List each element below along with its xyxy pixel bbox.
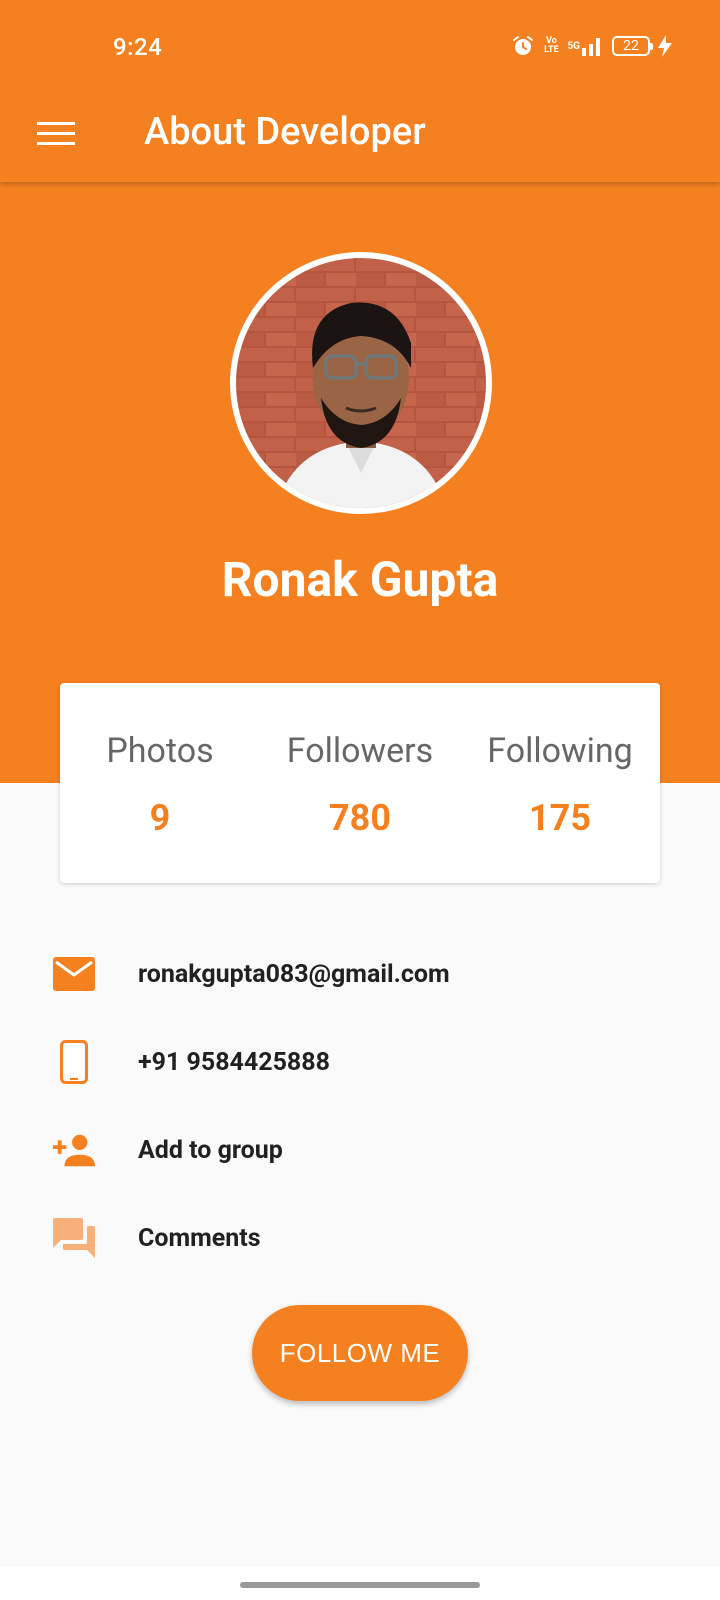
stats-card: Photos 9 Followers 780 Following 175 (60, 683, 660, 883)
stat-label: Photos (106, 731, 214, 771)
status-icons: Vo LTE 5G 22 (511, 34, 672, 58)
contact-phone-text: +91 9584425888 (138, 1047, 330, 1077)
charging-icon (658, 35, 672, 57)
stat-photos[interactable]: Photos 9 (60, 683, 260, 883)
contact-phone[interactable]: +91 9584425888 (0, 1018, 720, 1106)
stat-label: Following (487, 731, 633, 771)
add-person-icon (52, 1128, 96, 1172)
contact-comments-text: Comments (138, 1223, 261, 1253)
contact-email[interactable]: ronakgupta083@gmail.com (0, 930, 720, 1018)
contact-email-text: ronakgupta083@gmail.com (138, 959, 450, 989)
hamburger-menu-icon[interactable] (36, 114, 76, 154)
battery-icon: 22 (612, 36, 653, 56)
contact-add-group[interactable]: Add to group (0, 1106, 720, 1194)
contact-list: ronakgupta083@gmail.com +91 9584425888 A… (0, 930, 720, 1282)
comments-icon (52, 1216, 96, 1260)
phone-icon (52, 1040, 96, 1084)
stat-value: 175 (529, 797, 591, 839)
signal-5g-icon: 5G (567, 36, 604, 56)
page-title: About Developer (144, 110, 426, 154)
app-bar: About Developer (0, 90, 720, 182)
profile-name: Ronak Gupta (221, 551, 499, 608)
avatar-photo (236, 258, 486, 508)
battery-level: 22 (623, 38, 639, 54)
stat-label: Followers (286, 731, 434, 771)
stat-following[interactable]: Following 175 (460, 683, 660, 883)
email-icon (52, 952, 96, 996)
alarm-icon (511, 34, 535, 58)
network-type-label: 5G (567, 40, 580, 52)
avatar (230, 252, 492, 514)
stat-followers[interactable]: Followers 780 (260, 683, 460, 883)
contact-comments[interactable]: Comments (0, 1194, 720, 1282)
stat-value: 780 (329, 797, 391, 839)
status-bar: 9:24 Vo LTE 5G 22 (0, 0, 720, 90)
status-time: 9:24 (113, 33, 163, 61)
follow-me-button[interactable]: FOLLOW ME (252, 1305, 468, 1401)
contact-add-group-text: Add to group (138, 1135, 283, 1165)
stat-value: 9 (149, 797, 171, 839)
gesture-handle[interactable] (240, 1582, 480, 1588)
volte-icon: Vo LTE (544, 36, 559, 55)
